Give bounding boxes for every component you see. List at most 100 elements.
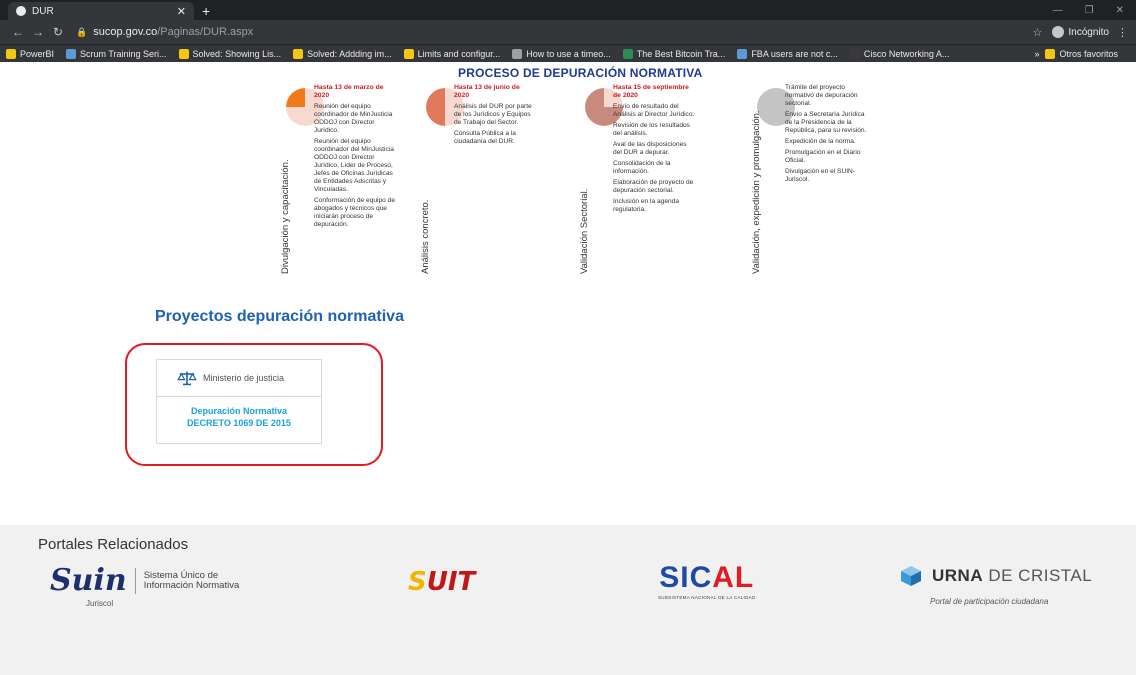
forward-icon[interactable]: → <box>28 25 48 39</box>
restore-icon[interactable]: ❐ <box>1085 2 1094 20</box>
globe-icon <box>16 6 26 16</box>
stage-item: Reunión del equipo coordinador del MinJu… <box>314 138 394 193</box>
sical-logo-link[interactable]: SICAL SUBSISTEMA NACIONAL DE LA CALIDAD <box>658 561 756 600</box>
url-host: sucop.gov.co <box>93 26 158 38</box>
bookmark-item[interactable]: PowerBI <box>6 48 55 59</box>
suit-s: S <box>408 567 427 597</box>
stage-text: Trámite del proyecto normativo de depura… <box>785 84 867 187</box>
stage-item: Conformación de equipo de abogados y téc… <box>314 197 396 228</box>
card-link[interactable]: Depuración Normativa DECRETO 1069 DE 201… <box>157 397 321 429</box>
back-icon[interactable]: ← <box>8 25 28 39</box>
stage-text: Hasta 13 de junio de 2020 Análisis del DU… <box>454 84 536 149</box>
bookmark-item[interactable]: Scrum Training Seri... <box>66 48 167 59</box>
bookmark-item[interactable]: Limits and configur... <box>403 48 501 59</box>
urna-brand-b: DE CRISTAL <box>983 566 1093 585</box>
close-tab-icon[interactable]: ✕ <box>177 5 186 18</box>
stage-text: Hasta 15 de septiembre de 2020 Envío de r… <box>613 84 695 217</box>
card-line2: DECRETO 1069 DE 2015 <box>187 418 291 428</box>
card-header: Ministerio de justicia <box>157 360 321 397</box>
bookmark-star-icon[interactable]: ☆ <box>1033 26 1043 39</box>
bookmark-item[interactable]: FBA users are not c... <box>737 48 838 59</box>
projects-title: Proyectos depuración normativa <box>155 308 404 325</box>
suin-logo-link[interactable]: Suin Sistema Único de Información Normat… <box>50 563 240 608</box>
stage-item: Divulgación en el SUIN-Juriscol. <box>785 168 855 183</box>
stage-label: Análisis concreto. <box>420 199 431 274</box>
suin-logo: Suin <box>50 563 127 598</box>
bookmark-label: Solved: Showing Lis... <box>192 48 282 59</box>
bookmark-icon <box>178 48 189 59</box>
divider <box>134 567 136 594</box>
bookmark-label: Cisco Networking A... <box>863 48 950 59</box>
suit-logo-link[interactable]: SUIT <box>408 567 475 597</box>
footer: Portales Relacionados Suin Sistema Único… <box>0 525 1136 675</box>
suin-text-line2: Información Normativa <box>143 579 240 591</box>
browser-tab[interactable]: DUR ✕ <box>8 2 194 20</box>
new-tab-button[interactable]: + <box>202 2 210 20</box>
minimize-icon[interactable]: — <box>1053 2 1063 20</box>
stage-label: Validación, expedición y promulgación. <box>751 110 762 274</box>
incognito-icon <box>1052 26 1065 38</box>
more-bookmarks-icon[interactable]: » <box>1034 49 1039 59</box>
sical-logo: SICAL <box>658 561 756 595</box>
stage-item: Aval de las disposiciones del DUR a depu… <box>613 141 687 156</box>
bookmark-label: The Best Bitcoin Tra... <box>636 48 726 59</box>
bookmark-icon <box>6 48 16 59</box>
bookmark-icon <box>293 48 304 59</box>
bookmark-item[interactable]: How to use a timeo... <box>512 48 611 59</box>
stage-label: Validación Sectorial. <box>579 188 590 274</box>
incognito-indicator[interactable]: Incógnito <box>1052 26 1109 38</box>
stage-item: Expedición de la norma. <box>785 138 856 145</box>
stage-item: Consulta Pública a la ciudadanía del DUR… <box>454 130 516 145</box>
ministry-name: Ministerio de justicia <box>203 373 285 383</box>
bookmark-item[interactable]: Solved: Showing Lis... <box>178 48 282 59</box>
reload-icon[interactable]: ↻ <box>48 25 68 39</box>
stage-label: Divulgación y capacitación. <box>280 159 291 274</box>
browser-toolbar: ← → ↻ 🔒 sucop.gov.co /Paginas/DUR.aspx ☆… <box>0 20 1136 44</box>
stage-item: Reunión del equipo coordinador de MinJus… <box>314 103 393 134</box>
bookmark-icon <box>622 48 633 59</box>
bookmark-icon <box>403 48 414 59</box>
bookmark-icon <box>66 48 77 59</box>
bookmark-item[interactable]: Solved: Addding im... <box>293 48 392 59</box>
stage-item: Revisión de los resultados del análisis. <box>613 122 690 137</box>
stage-item: Envío a Secretaría Jurídica de la Presid… <box>785 111 867 134</box>
tab-title: DUR <box>32 5 54 17</box>
stage-item: Inclusión en la agenda regulatoria. <box>613 198 679 213</box>
project-card[interactable]: Ministerio de justicia Depuración Normat… <box>156 359 322 444</box>
bookmark-label: FBA users are not c... <box>751 48 838 59</box>
url-path: /Paginas/DUR.aspx <box>157 26 254 38</box>
cube-icon <box>901 566 921 586</box>
page-content: PROCESO DE DEPURACIÓN NORMATIVA Divulgac… <box>0 62 1136 675</box>
bookmark-label: Limits and configur... <box>417 48 501 59</box>
stage-text: Hasta 13 de marzo de 2020 Reunión del equ… <box>314 84 396 232</box>
bookmarks-bar: PowerBI Scrum Training Seri... Solved: Sho… <box>0 44 1136 62</box>
folder-icon <box>1045 48 1056 59</box>
suin-sub: Juriscol <box>86 599 114 608</box>
stage-date: Hasta 15 de septiembre de 2020 <box>613 84 689 99</box>
bookmark-item[interactable]: The Best Bitcoin Tra... <box>622 48 726 59</box>
browser-tabbar: DUR ✕ + — ❐ ✕ <box>0 0 1136 20</box>
urna-sub: Portal de participación ciudadana <box>930 597 1049 606</box>
stage-item: Consolidación de la información. <box>613 160 671 175</box>
address-bar[interactable]: 🔒 sucop.gov.co /Paginas/DUR.aspx <box>76 23 1033 41</box>
card-line1: Depuración Normativa <box>190 406 288 416</box>
bookmark-icon <box>849 48 860 59</box>
bookmark-icon <box>512 48 523 59</box>
bookmark-label: Solved: Addding im... <box>307 48 392 59</box>
bookmark-label: How to use a timeo... <box>526 48 611 59</box>
sical-mark-b: AL <box>712 561 755 594</box>
bookmark-label: PowerBI <box>20 48 55 59</box>
stage-date: Hasta 13 de junio de 2020 <box>454 84 520 99</box>
suit-rest: UIT <box>426 567 476 597</box>
urna-brand-a: URNA <box>932 566 984 585</box>
related-portals-title: Portales Relacionados <box>38 536 189 553</box>
urna-logo-link[interactable]: URNA DE CRISTAL Portal de participación … <box>900 565 1092 606</box>
bookmark-item[interactable]: Cisco Networking A... <box>849 48 950 59</box>
bookmark-icon <box>737 48 748 59</box>
incognito-label: Incógnito <box>1068 26 1109 38</box>
bookmark-other-favorites[interactable]: Otros favoritos <box>1045 48 1118 59</box>
scale-icon <box>177 371 197 386</box>
close-window-icon[interactable]: ✕ <box>1116 2 1124 20</box>
menu-icon[interactable]: ⋮ <box>1117 26 1128 39</box>
urna-brand: URNA DE CRISTAL <box>932 566 1092 586</box>
